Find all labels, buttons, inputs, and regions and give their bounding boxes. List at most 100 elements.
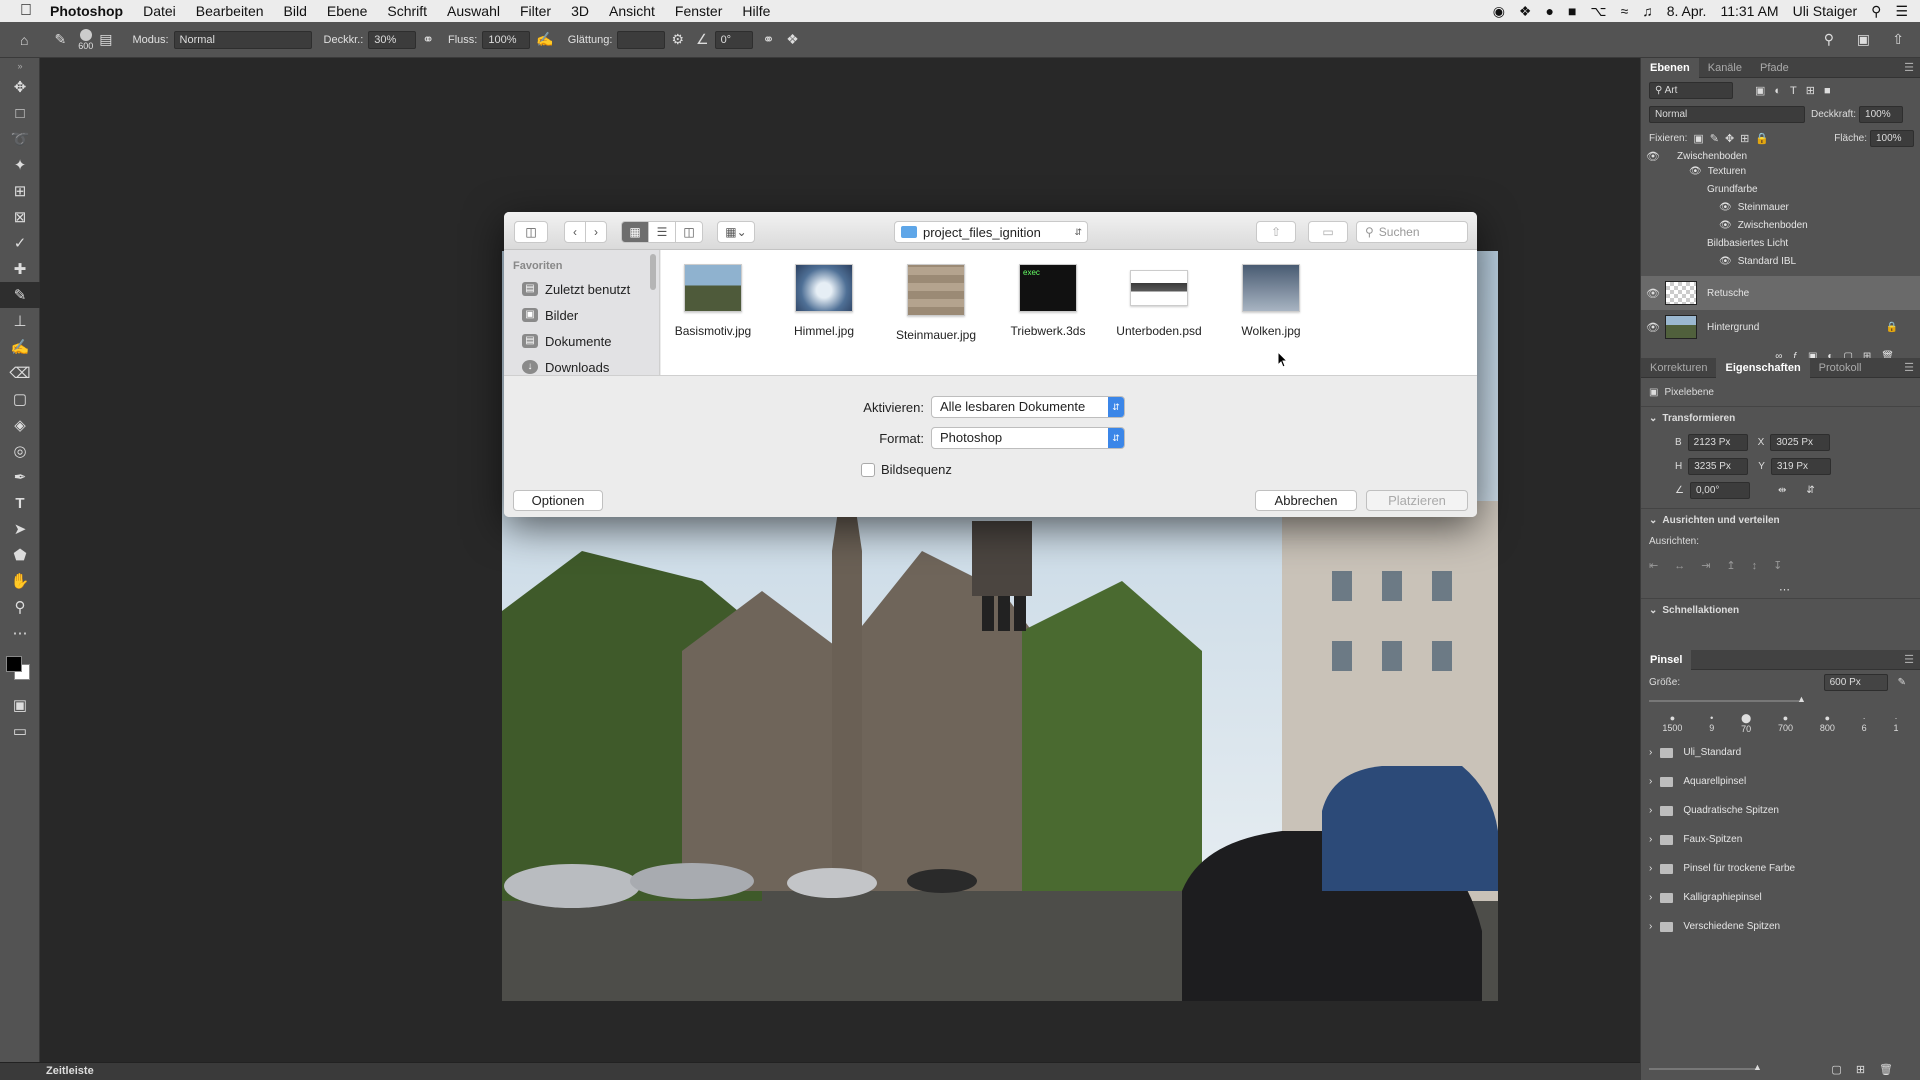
quickmask-icon[interactable]: ▣ [0,692,40,718]
deckkr-field[interactable]: 30% [368,30,417,49]
crop-tool-icon[interactable]: ⊞ [0,178,40,204]
tab-korrekturen[interactable]: Korrekturen [1641,358,1716,378]
tab-kanaele[interactable]: Kanäle [1699,58,1751,78]
eye-icon[interactable]: 👁 [1641,321,1665,334]
icon-view-icon[interactable]: ▦ [621,221,649,243]
align-icons[interactable]: ⇤↔⇥↥↕↧ [1641,550,1920,580]
type-tool-icon[interactable]: T [0,490,40,516]
schnellaktionen-section[interactable]: ⌄ Schnellaktionen [1641,598,1920,622]
brush-panel-icon[interactable]: ▤ [99,31,112,48]
lock-options-icons[interactable]: ▣✎✥⊞🔒 [1693,132,1775,145]
file-item[interactable]: Unterboden.psd [1107,264,1211,338]
format-select[interactable]: Photoshop ⇵ [931,427,1125,449]
marquee-tool-icon[interactable]: □ [0,100,40,126]
frame-tool-icon[interactable]: ⊠ [0,204,40,230]
menu-fenster[interactable]: Fenster [665,3,732,19]
tab-protokoll[interactable]: Protokoll [1810,358,1871,378]
layer-ibl[interactable]: 👁 Standard IBL [1641,252,1920,270]
eye-icon[interactable]: 👁 [1719,256,1732,267]
gradient-tool-icon[interactable]: ▢ [0,386,40,412]
hand-tool-icon[interactable]: ✋ [0,568,40,594]
y-field[interactable]: 319 Px [1770,457,1831,475]
brush-tip[interactable]: ⬤ 70 [1741,713,1751,734]
brush-tip[interactable]: • 9 [1709,713,1714,733]
symmetry-icon[interactable]: ❖ [786,31,799,48]
menubar-user[interactable]: Uli Staiger [1793,3,1858,19]
layer-licht[interactable]: Bildbasiertes Licht [1641,234,1920,252]
flaeche-field[interactable]: 100% [1870,129,1914,147]
layer-zwischenboden[interactable]: 👁 Zwischenboden [1641,216,1920,234]
location-popup[interactable]: project_files_ignition ⇵ [894,221,1088,243]
layer-retusche[interactable]: 👁 Retusche [1641,276,1920,310]
pressure-opacity-icon[interactable]: ⚭ [422,31,434,48]
b-field[interactable]: 2123 Px [1687,433,1748,451]
more-tools-icon[interactable]: ⋯ [0,620,40,646]
file-item[interactable]: Wolken.jpg [1219,264,1323,338]
volume-icon[interactable]: ♫ [1642,3,1653,19]
layer-steinmauer[interactable]: 👁 Steinmauer [1641,198,1920,216]
groesse-slider[interactable]: ▲ [1641,694,1920,708]
menu-datei[interactable]: Datei [133,3,186,19]
menu-ebene[interactable]: Ebene [317,3,377,19]
deckkraft-field[interactable]: 100% [1859,105,1904,123]
brush-footer-icons[interactable]: ▢⊞🗑 [1831,1063,1907,1076]
file-item[interactable]: Basismotiv.jpg [661,264,765,338]
menu-auswahl[interactable]: Auswahl [437,3,510,19]
tools-collapse-icon[interactable]: » [0,58,40,74]
back-icon[interactable]: ‹ [564,221,586,243]
sidebar-item-recent[interactable]: ▤ Zuletzt benutzt [504,276,659,302]
screen-mode-icon[interactable]: ▭ [0,718,40,744]
brush-set-item[interactable]: › Faux-Spitzen [1641,825,1920,854]
panel-menu-icon[interactable]: ☰ [1904,58,1914,78]
file-item[interactable]: Steinmauer.jpg [884,264,988,342]
menu-hilfe[interactable]: Hilfe [732,3,780,19]
stamp-tool-icon[interactable]: ⊥ [0,308,40,334]
bluetooth-icon[interactable]: ⌥ [1590,3,1606,20]
move-tool-icon[interactable]: ✥ [0,74,40,100]
aktivieren-select[interactable]: Alle lesbaren Dokumente ⇵ [931,396,1125,418]
brush-tip[interactable]: ● 800 [1820,713,1835,733]
angle-field[interactable]: 0° [714,30,753,49]
menu-app[interactable]: Photoshop [40,3,133,19]
sidebar-item-dokumente[interactable]: ▤ Dokumente [504,328,659,354]
foreground-color-swatch[interactable] [6,656,22,672]
brush-set-item[interactable]: › Pinsel für trockene Farbe [1641,854,1920,883]
search-icon[interactable]: ⚲ [1824,31,1834,48]
tab-pfade[interactable]: Pfade [1751,58,1798,78]
more-align-icon[interactable]: ⋯ [1641,580,1920,598]
layer-actions[interactable]: ∞ƒ▣◐▢⊞🗑 [1641,344,1920,359]
abbrechen-button[interactable]: Abbrechen [1255,490,1357,511]
brush-tool-icon[interactable]: ✎ [0,282,40,308]
share-icon[interactable]: ⇧ [1256,221,1296,243]
brush-tip[interactable]: ● 700 [1778,713,1793,733]
eye-icon[interactable]: 👁 [1719,220,1732,231]
layer-texturen[interactable]: 👁 Texturen [1641,162,1920,180]
eye-icon[interactable]: 👁 [1641,150,1665,163]
eye-icon[interactable]: 👁 [1719,202,1732,213]
history-brush-tool-icon[interactable]: ✍ [0,334,40,360]
eraser-tool-icon[interactable]: ⌫ [0,360,40,386]
h-field[interactable]: 3235 Px [1688,457,1749,475]
layer-filter-select[interactable]: ⚲ Art [1649,81,1733,99]
brush-set-item[interactable]: › Uli_Standard [1641,738,1920,767]
shape-tool-icon[interactable]: ⬟ [0,542,40,568]
tag-icon[interactable]: ▭ [1308,221,1348,243]
layer-hintergrund[interactable]: 👁 Hintergrund 🔒 [1641,310,1920,344]
transform-section[interactable]: ⌄ Transformieren [1641,406,1920,430]
brush-tool-icon[interactable]: ✎ [54,31,66,48]
sidebar-scrollbar[interactable] [650,254,656,290]
flip-icons[interactable]: ⇹⇵ [1778,485,1835,496]
brush-set-item[interactable]: › Verschiedene Spitzen [1641,912,1920,941]
eye-icon[interactable]: 👁 [1689,166,1702,177]
brush-set-item[interactable]: › Aquarellpinsel [1641,767,1920,796]
home-icon[interactable]: ⌂ [20,32,28,48]
tab-pinsel[interactable]: Pinsel [1641,649,1692,670]
tab-eigenschaften[interactable]: Eigenschaften [1716,357,1810,378]
slider-thumb-icon[interactable]: ▲ [1797,694,1806,704]
brush-tip[interactable]: · 1 [1893,713,1898,733]
smoothing-gear-icon[interactable]: ⚙ [671,31,684,48]
angle-field[interactable]: 0,00° [1689,481,1750,499]
menubar-date[interactable]: 8. Apr. [1667,3,1707,19]
workspace-icon[interactable]: ▣ [1857,31,1870,48]
panel-menu-icon[interactable]: ☰ [1904,358,1914,378]
